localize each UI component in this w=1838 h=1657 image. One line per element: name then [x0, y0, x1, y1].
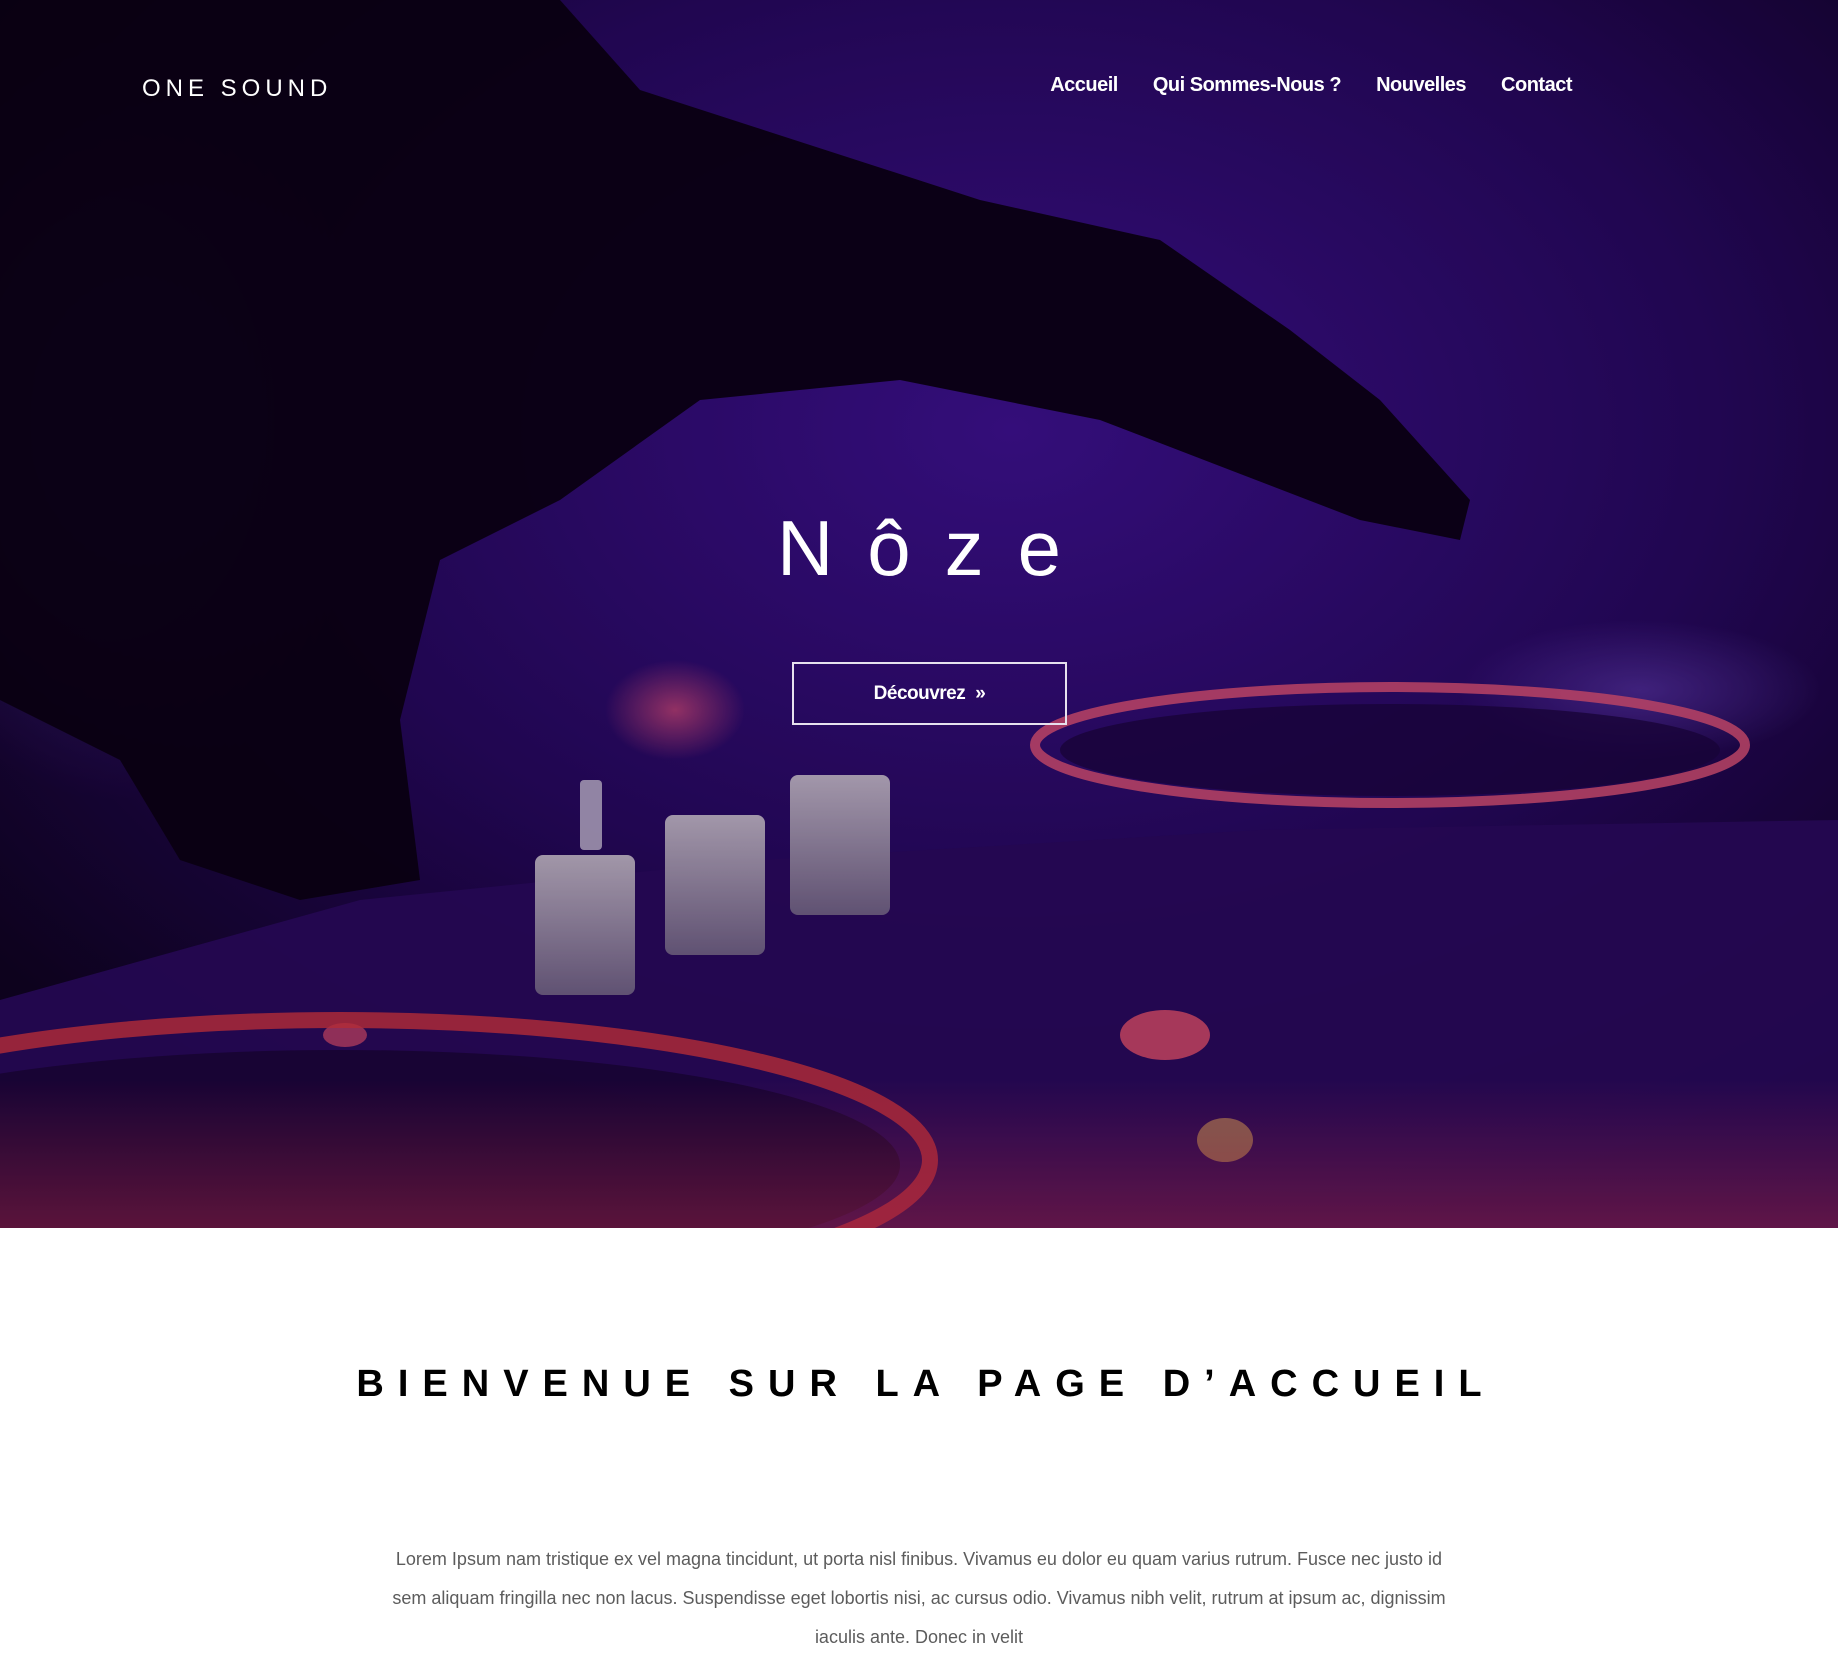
hero-background-image	[0, 0, 1838, 1228]
hero-title: Nôze	[776, 504, 1096, 592]
main-nav: Accueil Qui Sommes-Nous ? Nouvelles Cont…	[1050, 70, 1572, 100]
hero-section: ONE SOUND Accueil Qui Sommes-Nous ? Nouv…	[0, 0, 1838, 1228]
discover-button-label: Découvrez	[873, 682, 966, 704]
nav-item-nouvelles[interactable]: Nouvelles	[1376, 70, 1466, 100]
discover-button[interactable]: Découvrez »	[792, 662, 1067, 725]
double-chevron-right-icon: »	[975, 683, 986, 704]
nav-item-accueil[interactable]: Accueil	[1050, 70, 1118, 100]
intro-paragraph: Lorem Ipsum nam tristique ex vel magna t…	[392, 1549, 1446, 1647]
nav-item-contact[interactable]: Contact	[1501, 70, 1572, 100]
welcome-heading: BIENVENUE SUR LA PAGE D’ACCUEIL	[356, 1363, 1496, 1405]
site-logo[interactable]: ONE SOUND	[142, 72, 332, 106]
nav-item-qui-sommes-nous[interactable]: Qui Sommes-Nous ?	[1153, 70, 1342, 100]
